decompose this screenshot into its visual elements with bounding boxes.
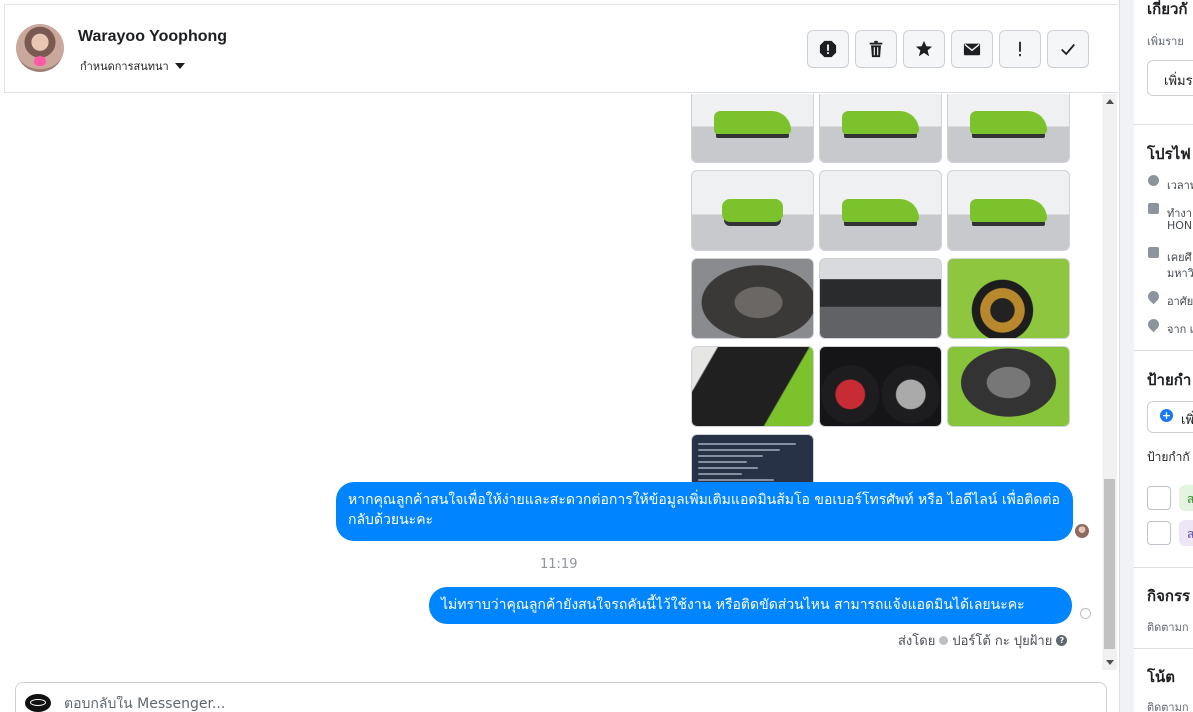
message-list[interactable]: หากคุณลูกค้าสนใจเพื่อให้ง่ายและสะดวกต่อก… <box>0 94 1100 674</box>
label-tag[interactable]: ส <box>1179 520 1193 546</box>
check-circle-icon <box>939 636 949 645</box>
activity-title: กิจกรร <box>1147 587 1191 605</box>
about-title: เกี่ยวกั <box>1147 0 1188 18</box>
check-icon <box>1061 43 1075 56</box>
delete-button[interactable] <box>855 30 897 68</box>
photo-attachments <box>691 94 1070 515</box>
photo-gauges[interactable] <box>819 346 942 427</box>
reply-composer <box>15 682 1107 712</box>
header-actions <box>807 30 1089 68</box>
profile-education-place: มหาวิ <box>1167 267 1193 280</box>
message-bubble[interactable]: หากคุณลูกค้าสนใจเพื่อให้ง่ายและสะดวกต่อก… <box>336 482 1073 541</box>
page-logo-icon <box>25 694 51 712</box>
report-icon <box>819 40 837 58</box>
profile-local-time: เวลาท <box>1167 179 1193 192</box>
divider <box>1134 648 1193 649</box>
add-label-button[interactable]: + เพิ่ <box>1147 401 1193 433</box>
label-checkbox[interactable] <box>1147 521 1171 545</box>
reply-input[interactable] <box>64 696 764 712</box>
report-spam-button[interactable] <box>807 30 849 68</box>
conversation-settings-label: กำหนดการสนทนา <box>80 60 169 73</box>
mark-unread-button[interactable] <box>951 30 993 68</box>
conversation-settings-dropdown[interactable]: กำหนดการสนทนา <box>80 57 185 75</box>
conversation-panel: Warayoo Yoophong กำหนดการสนทนา หากคุณลูก… <box>0 0 1120 712</box>
photo-car-side-2[interactable] <box>947 170 1070 251</box>
panel-divider <box>1120 0 1134 712</box>
heart-sticker <box>34 56 46 66</box>
message-bubble[interactable]: ไม่ทราบว่าคุณลูกค้ายังสนใจรถคันนี้ไว้ใช้… <box>429 587 1072 624</box>
plus-icon: + <box>1160 409 1173 422</box>
scroll-thumb[interactable] <box>1104 479 1115 649</box>
profile-lives-in: อาศัย <box>1167 295 1193 308</box>
profile-from: จาก เ <box>1167 323 1193 336</box>
scroll-up-icon[interactable] <box>1106 99 1114 104</box>
photo-door[interactable] <box>691 346 814 427</box>
labels-title: ป้ายกำ <box>1147 371 1192 389</box>
scroll-down-icon[interactable] <box>1106 660 1114 665</box>
photo-car-front-2[interactable] <box>819 94 942 163</box>
briefcase-icon <box>1148 203 1159 214</box>
mark-done-button[interactable] <box>1047 30 1089 68</box>
location-pin-icon <box>1145 316 1162 333</box>
photo-car-side[interactable] <box>819 170 942 251</box>
contact-name[interactable]: Warayoo Yoophong <box>78 28 227 46</box>
label-tag[interactable]: ส <box>1179 485 1193 511</box>
trash-icon <box>869 40 883 58</box>
photo-engine[interactable] <box>947 346 1070 427</box>
add-label-text: เพิ่ <box>1181 413 1193 428</box>
photo-car-front[interactable] <box>691 94 814 163</box>
sent-status-icon <box>1080 608 1091 619</box>
graduation-cap-icon <box>1148 247 1159 258</box>
notes-title: โน้ต <box>1147 668 1176 686</box>
star-button[interactable] <box>903 30 945 68</box>
profile-title: โปรไฟ <box>1147 145 1191 163</box>
about-subtitle: เพิ่มราย <box>1147 35 1184 48</box>
location-pin-icon <box>1145 288 1162 305</box>
add-details-button[interactable]: เพิ่มร <box>1147 60 1193 96</box>
photo-gear-shift[interactable] <box>691 258 814 339</box>
photo-wheel[interactable] <box>947 258 1070 339</box>
photo-car-front-3[interactable] <box>947 94 1070 163</box>
exclamation-icon <box>1019 41 1021 57</box>
sent-by-info: ส่งโดย ปอร์โต้ กะ ปุยฝ้าย ? <box>898 630 1068 651</box>
star-icon <box>915 40 933 57</box>
sent-by-label: ส่งโดย <box>898 634 936 649</box>
labels-subtitle: ป้ายกำกั <box>1147 450 1190 464</box>
divider <box>1134 124 1193 125</box>
notes-subtitle: ติดตามก <box>1147 701 1189 712</box>
label-checkbox[interactable] <box>1147 486 1171 510</box>
sent-by-name: ปอร์โต้ กะ ปุยฝ้าย <box>952 634 1053 649</box>
divider <box>1134 350 1193 351</box>
message-scrollbar[interactable] <box>1102 94 1117 670</box>
clock-icon <box>1148 175 1159 186</box>
seen-avatar <box>1075 524 1089 538</box>
conversation-header: Warayoo Yoophong กำหนดการสนทนา <box>4 4 1118 93</box>
photo-car-rear[interactable] <box>691 170 814 251</box>
photo-dashboard[interactable] <box>819 258 942 339</box>
profile-work-place: HON <box>1167 219 1193 232</box>
message-timestamp: 11:19 <box>540 557 578 572</box>
avatar[interactable] <box>16 24 64 72</box>
follow-up-button[interactable] <box>999 30 1041 68</box>
activity-subtitle: ติดตามก <box>1147 621 1189 634</box>
help-icon[interactable]: ? <box>1056 635 1068 646</box>
inbox-app: Warayoo Yoophong กำหนดการสนทนา หากคุณลูก… <box>0 0 1193 712</box>
chevron-down-icon <box>174 63 185 69</box>
envelope-icon <box>963 43 981 56</box>
divider <box>1134 567 1193 568</box>
contact-details-panel: เกี่ยวกั เพิ่มราย เพิ่มร โปรไฟ เวลาท ทำง… <box>1134 0 1193 712</box>
